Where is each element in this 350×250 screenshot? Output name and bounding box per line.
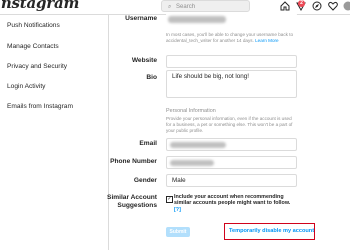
phone-redacted [170, 160, 214, 166]
website-label: Website [131, 57, 157, 64]
profile-avatar-icon[interactable] [343, 1, 350, 11]
gender-label: Gender [133, 177, 157, 184]
personal-info-heading: Personal Information [166, 108, 216, 114]
learn-more-link[interactable]: Learn More [255, 38, 279, 43]
sidebar-item-privacy-and-security[interactable]: Privacy and Security [7, 63, 67, 70]
email-input[interactable] [166, 138, 297, 151]
search-input[interactable]: ⌕ Search [161, 0, 250, 12]
temporarily-disable-account-link[interactable]: Temporarily disable my account [229, 228, 314, 234]
sidebar-item-push-notifications[interactable]: Push Notifications [7, 22, 60, 29]
suggestions-checkbox[interactable]: ✓ [166, 196, 173, 203]
username-label: Username [125, 15, 157, 22]
settings-sidebar: Push Notifications Manage Contacts Priva… [0, 15, 109, 250]
sidebar-item-login-activity[interactable]: Login Activity [7, 83, 45, 90]
sidebar-item-manage-contacts[interactable]: Manage Contacts [7, 43, 59, 50]
personal-info-description: Provide your personal information, even … [166, 116, 293, 133]
activity-heart-icon[interactable] [328, 1, 338, 11]
phone-number-label: Phone Number [110, 158, 157, 165]
similar-account-suggestions-label: Similar Account Suggestions [107, 194, 157, 209]
phone-number-input[interactable] [166, 156, 297, 169]
bio-label: Bio [146, 74, 157, 81]
username-field[interactable] [166, 13, 297, 26]
email-label: Email [139, 140, 157, 147]
home-icon[interactable] [280, 1, 290, 11]
search-icon: ⌕ [168, 4, 172, 10]
notification-badge: 2 [298, 0, 305, 7]
explore-compass-icon[interactable] [312, 1, 322, 11]
gender-input[interactable]: Male [166, 174, 297, 187]
search-placeholder: Search [176, 4, 196, 10]
sidebar-item-emails-from-instagram[interactable]: Emails from Instagram [7, 103, 73, 110]
submit-button[interactable]: Submit [166, 227, 190, 237]
suggestions-checkbox-text: Include your account when recommending s… [174, 194, 291, 213]
bio-textarea[interactable]: Life should be big, not long! [166, 70, 297, 98]
instagram-logo[interactable]: Instagram [0, 0, 79, 12]
username-redacted [168, 16, 226, 23]
username-help-text: In most cases, you'll be able to change … [166, 32, 294, 43]
suggestions-help-link[interactable]: [?] [174, 207, 181, 213]
website-input[interactable] [166, 55, 297, 68]
email-redacted [170, 142, 226, 148]
